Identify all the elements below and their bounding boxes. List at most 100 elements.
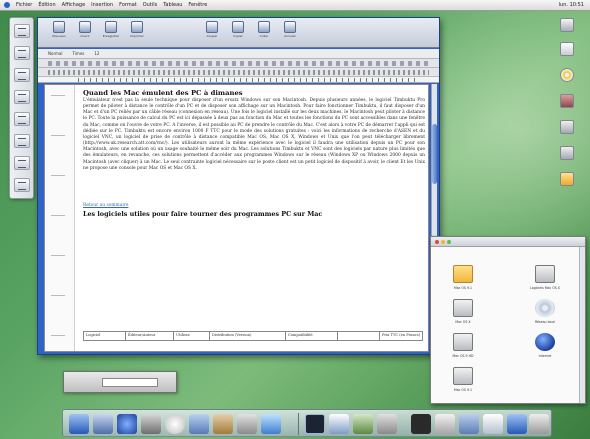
palette-button-1[interactable] — [14, 24, 30, 38]
drive-dock-icon[interactable] — [377, 414, 397, 434]
document-page[interactable]: Quand les Mac émulent des PC à dimanes L… — [44, 84, 429, 352]
copy-button[interactable]: Copier — [227, 21, 249, 43]
dock-divider — [298, 413, 299, 435]
system-dock-icon[interactable] — [141, 414, 161, 434]
undo-button[interactable]: Annuler — [279, 21, 301, 43]
finder-window: Mac OS 9.1 Logiciels Mac OS X Mac OS X R… — [430, 236, 586, 404]
disk-icon — [453, 299, 473, 317]
network-dock-icon[interactable] — [507, 414, 527, 434]
document-dock-icon[interactable] — [329, 414, 349, 434]
minimize-icon[interactable] — [441, 240, 445, 244]
print-icon — [131, 21, 143, 33]
finder-titlebar[interactable] — [431, 237, 585, 247]
palette-button-6[interactable] — [14, 134, 30, 148]
document-content[interactable]: Quand les Mac émulent des PC à dimanes L… — [83, 89, 425, 351]
menu-item-fenetre[interactable]: Fenêtre — [188, 2, 207, 8]
finder-dock-icon[interactable] — [69, 414, 89, 434]
finder-item[interactable]: Réseau local — [523, 299, 567, 329]
dock — [62, 409, 552, 437]
folder-icon[interactable] — [560, 172, 574, 186]
style-select[interactable]: Normal — [48, 51, 62, 56]
file-dock-icon[interactable] — [483, 414, 503, 434]
photo-dock-icon[interactable] — [213, 414, 233, 434]
menu-item-outils[interactable]: Outils — [143, 2, 157, 8]
word-toolbar-large: Nouveau Ouvrir Enregistrer Imprimer Coup… — [38, 18, 439, 48]
formatting-buttons-row[interactable] — [48, 70, 429, 75]
applications-dock-icon[interactable] — [459, 414, 479, 434]
palette-button-4[interactable] — [14, 90, 30, 104]
zoom-icon[interactable] — [447, 240, 451, 244]
itunes-dock-icon[interactable] — [189, 414, 209, 434]
disk-icon — [453, 367, 473, 385]
mini-dialog — [63, 371, 177, 393]
globe-icon — [535, 333, 555, 351]
folder-dock-icon[interactable] — [435, 414, 455, 434]
terminal-dock-icon[interactable] — [305, 414, 325, 434]
table-cell: Prix TTC (en Francs) — [382, 333, 421, 337]
finder-item[interactable]: Mac OS 9.1 — [441, 265, 485, 295]
formatting-toolbar — [38, 68, 439, 77]
new-button[interactable]: Nouveau — [48, 21, 70, 43]
menu-item-format[interactable]: Format — [119, 2, 137, 8]
cd-rom-icon[interactable] — [560, 68, 574, 82]
table-cell: Éditeur/Auteur — [126, 332, 174, 340]
drive-icon[interactable] — [560, 146, 574, 160]
menu-item-tableau[interactable]: Tableau — [163, 2, 182, 8]
paste-icon — [258, 21, 270, 33]
document-paragraph: L'émulateur n'est pas la seule technique… — [83, 98, 425, 171]
save-button[interactable]: Enregistrer — [100, 21, 122, 43]
paste-button[interactable]: Coller — [253, 21, 275, 43]
ruler[interactable] — [38, 77, 439, 83]
palette-button-2[interactable] — [14, 46, 30, 60]
palette-button-7[interactable] — [14, 156, 30, 170]
close-icon[interactable] — [435, 240, 439, 244]
finder-item[interactable]: Mac OS X — [441, 299, 485, 329]
print-button[interactable]: Imprimer — [126, 21, 148, 43]
tool-palette — [9, 17, 34, 199]
preferences-dock-icon[interactable] — [237, 414, 257, 434]
open-folder-icon — [79, 21, 91, 33]
finder-item[interactable]: Mac OS 9.1 — [441, 367, 485, 397]
word-dock-icon[interactable] — [261, 414, 281, 434]
font-select[interactable]: Times — [72, 51, 84, 56]
mail-dock-icon[interactable] — [93, 414, 113, 434]
apple-menu-icon[interactable] — [4, 2, 10, 8]
open-button[interactable]: Ouvrir — [74, 21, 96, 43]
toolbar-buttons-row[interactable] — [48, 61, 429, 66]
menu-item-insertion[interactable]: Insertion — [91, 2, 113, 8]
cut-button[interactable]: Couper — [201, 21, 223, 43]
word-document-window: Nouveau Ouvrir Enregistrer Imprimer Coup… — [37, 17, 440, 355]
document-icon[interactable] — [560, 42, 574, 56]
hard-disk-icon[interactable] — [560, 18, 574, 32]
finder-item[interactable]: Mac OS 9 HD — [441, 333, 485, 363]
menu-item-edition[interactable]: Édition — [38, 2, 55, 8]
minimized-window-dock-icon[interactable] — [353, 414, 373, 434]
copy-icon — [232, 21, 244, 33]
size-select[interactable]: 12 — [94, 51, 99, 56]
browser-dock-icon[interactable] — [117, 414, 137, 434]
menu-clock: lun. 10:51 — [558, 2, 584, 8]
finder-item[interactable]: Internet — [523, 333, 567, 363]
palette-button-5[interactable] — [14, 112, 30, 126]
clock-dock-icon[interactable] — [165, 414, 185, 434]
standard-toolbar — [38, 59, 439, 68]
application-icon[interactable] — [560, 94, 574, 108]
trash-dock-icon[interactable] — [529, 414, 549, 434]
network-drive-icon[interactable] — [560, 120, 574, 134]
table-cell — [338, 332, 380, 340]
scrollbar-thumb[interactable] — [432, 124, 437, 184]
table-cell: Utilisez — [174, 332, 210, 340]
table-cell: Distribution (Version) — [210, 332, 286, 340]
summary-link[interactable]: Retour au sommaire — [83, 203, 425, 208]
finder-item[interactable]: Logiciels Mac OS X — [523, 265, 567, 295]
gutter-mark — [51, 295, 65, 296]
palette-button-3[interactable] — [14, 68, 30, 82]
finder-scrollbar[interactable] — [579, 247, 585, 403]
dialog-field[interactable] — [102, 378, 158, 387]
disk-icon — [535, 265, 555, 283]
palette-button-8[interactable] — [14, 178, 30, 192]
disk-icon — [453, 333, 473, 351]
monitor-dock-icon[interactable] — [411, 414, 431, 434]
menu-item-fichier[interactable]: Fichier — [16, 2, 32, 8]
menu-item-affichage[interactable]: Affichage — [62, 2, 86, 8]
